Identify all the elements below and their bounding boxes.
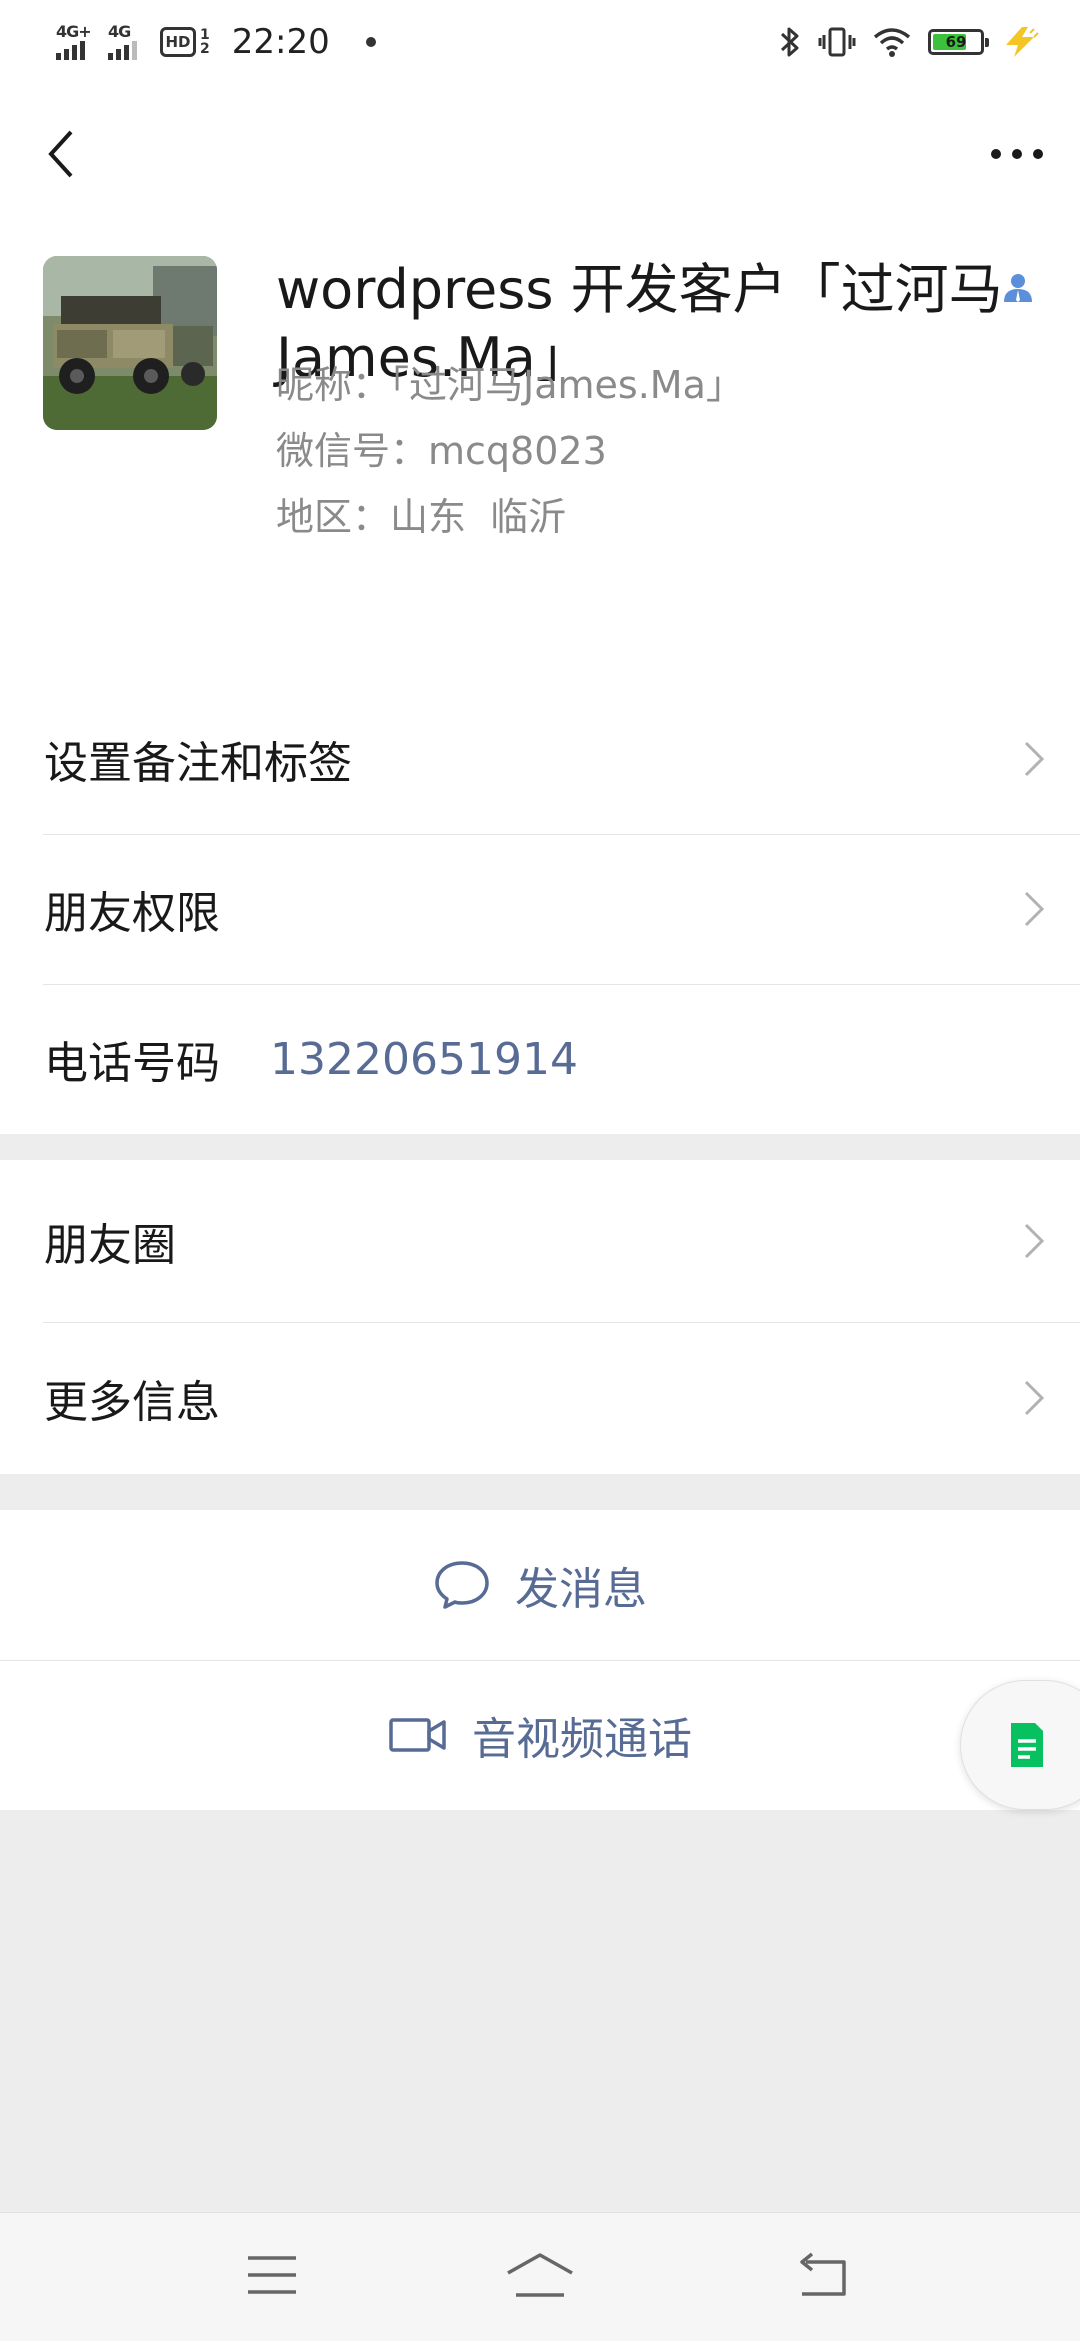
send-message-button[interactable]: 发消息 [0,1510,1080,1660]
floating-notes-button[interactable] [960,1680,1080,1810]
hd-voice-icon: HD [160,27,196,57]
menu-button[interactable] [212,2235,332,2315]
region-value: 山东 临沂 [390,495,567,539]
vibrate-icon [818,27,856,57]
moments-row[interactable]: 朋友圈 [0,1160,1080,1322]
network-type-label: 4G+ [56,22,92,41]
wechat-id-value: mcq8023 [428,429,607,473]
contact-person-icon [1004,274,1032,302]
network-type-label: 4G [108,22,131,41]
signal-4g-icon: 4G [108,22,146,62]
bluetooth-icon [780,27,799,57]
region-line: 地区：山东 临沂 [276,486,566,541]
chevron-right-icon [1024,1223,1045,1259]
back-button[interactable] [30,114,90,194]
system-nav-bar [0,2212,1080,2341]
back-nav-button[interactable] [762,2235,882,2315]
status-bar: 4G+ 4G HD 1 2 22:20 69 [0,0,1080,84]
actions-section: 发消息 音视频通话 [0,1510,1080,1810]
more-section: 朋友圈 更多信息 [0,1160,1080,1474]
status-right: 69 [778,18,1040,66]
wifi-icon [873,28,911,57]
nickname-label: 昵称： [276,363,391,407]
chevron-right-icon [1024,1380,1045,1416]
menu-icon [248,2256,296,2294]
battery-icon: 69 [928,29,989,55]
back-icon [800,2252,846,2296]
chevron-right-icon [1024,741,1045,777]
charging-icon [1006,27,1039,57]
home-button[interactable] [480,2235,600,2315]
wechat-id-line: 微信号：mcq8023 [276,420,607,475]
signal-4g-plus-icon: 4G+ [56,22,94,62]
profile-header: wordpress 开发客户「过河马James.Ma」 昵称：「过河马James… [0,84,1080,684]
friend-permissions-label: 朋友权限 [44,888,220,939]
status-left: 4G+ 4G HD 1 2 22:20 [56,18,376,66]
nickname-value: 「过河马James.Ma」 [390,363,744,407]
video-call-label: 音视频通话 [472,1714,692,1765]
chat-bubble-icon [435,1561,489,1609]
chevron-left-icon [48,130,73,178]
more-info-label: 更多信息 [44,1377,220,1428]
remark-tags-label: 设置备注和标签 [44,738,352,789]
battery-percent: 69 [945,33,967,51]
region-label: 地区： [276,495,391,539]
avatar[interactable] [43,256,217,430]
settings-section: 设置备注和标签 朋友权限 电话号码 13220651914 [0,684,1080,1134]
more-options-button[interactable] [982,114,1052,194]
home-icon [507,2253,573,2297]
friend-permissions-row[interactable]: 朋友权限 [0,834,1080,984]
wechat-id-label: 微信号： [276,429,429,473]
phone-number-value[interactable]: 13220651914 [270,1034,578,1085]
phone-number-label: 电话号码 [44,1038,220,1089]
hd-sub-label: 1 2 [200,27,210,57]
avatar-image [43,256,217,430]
moments-label: 朋友圈 [44,1220,176,1271]
video-call-button[interactable]: 音视频通话 [0,1660,1080,1810]
remark-tags-row[interactable]: 设置备注和标签 [0,684,1080,834]
chevron-right-icon [1024,891,1045,927]
phone-number-row[interactable]: 电话号码 13220651914 [0,984,1080,1134]
document-icon [1011,1723,1043,1767]
nickname-line: 昵称：「过河马James.Ma」 [276,354,744,409]
more-info-row[interactable]: 更多信息 [0,1322,1080,1474]
status-time: 22:20 [231,22,330,62]
send-message-label: 发消息 [515,1564,647,1615]
notification-dot-icon [365,37,376,47]
video-camera-icon [389,1718,446,1752]
more-dots-icon [991,149,1043,159]
